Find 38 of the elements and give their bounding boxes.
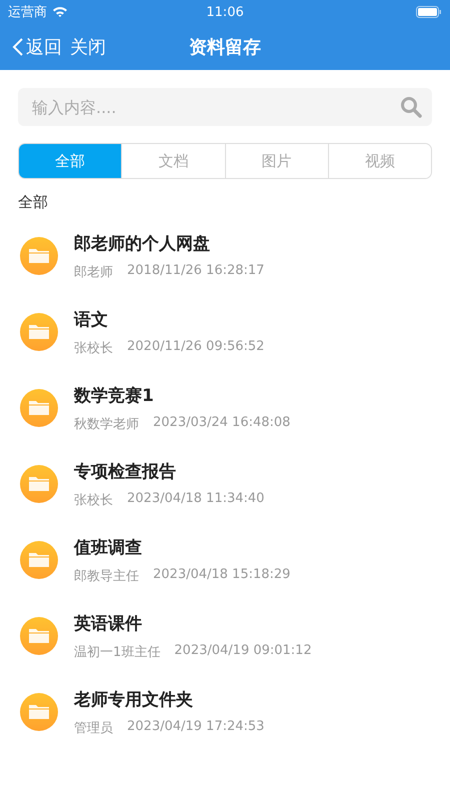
wifi-icon (52, 6, 68, 18)
folder-owner: 张校长 (74, 340, 113, 356)
folder-owner: 管理员 (74, 720, 113, 736)
folder-owner: 秋数学老师 (74, 416, 139, 432)
folder-owner: 郎老师 (74, 264, 113, 280)
folder-name[interactable]: 专项检查报告 (74, 460, 264, 482)
folder-name[interactable]: 值班调查 (74, 536, 290, 558)
folder-name[interactable]: 英语课件 (74, 612, 312, 634)
folder-icon (20, 465, 58, 503)
folder-owner: 郎教导主任 (74, 568, 139, 584)
folder-time: 2023/03/24 16:48:08 (153, 414, 290, 432)
search-icon[interactable] (400, 96, 422, 118)
folder-icon (20, 693, 58, 731)
folder-time: 2018/11/26 16:28:17 (127, 262, 264, 280)
folder-name[interactable]: 语文 (74, 308, 264, 330)
folder-icon (20, 389, 58, 427)
folder-icon (20, 237, 58, 275)
folder-name[interactable]: 数学竞赛1 (74, 384, 290, 406)
search-field[interactable]: 输入内容.... (30, 96, 400, 118)
folder-time: 2023/04/18 15:18:29 (153, 566, 290, 584)
section-label: 全部 (18, 193, 49, 212)
folder-time: 2023/04/18 11:34:40 (127, 490, 264, 508)
folder-icon (20, 541, 58, 579)
folder-name[interactable]: 老师专用文件夹 (74, 688, 264, 710)
clock: 11:06 (206, 4, 244, 20)
page-title: 资料留存 (189, 36, 261, 59)
folder-time: 2023/04/19 09:01:12 (174, 642, 312, 660)
battery-icon (416, 6, 442, 18)
folder-time: 2023/04/19 17:24:53 (127, 718, 264, 736)
folder-icon (20, 313, 58, 351)
folder-time: 2020/11/26 09:56:52 (127, 338, 264, 356)
back-chevron-icon (12, 37, 24, 57)
search-bar[interactable]: 输入内容.... (18, 88, 432, 126)
folder-name[interactable]: 郎老师的个人网盘 (74, 232, 264, 254)
folder-owner: 温初一1班主任 (74, 644, 160, 660)
folder-icon (20, 617, 58, 655)
folder-owner: 张校长 (74, 492, 113, 508)
carrier: 运营商 (8, 4, 47, 21)
